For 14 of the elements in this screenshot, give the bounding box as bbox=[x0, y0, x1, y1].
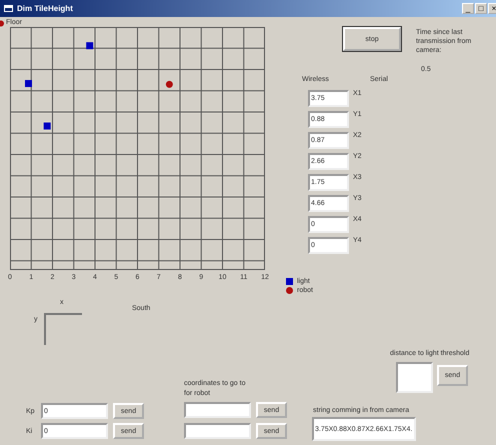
window-icon bbox=[4, 5, 13, 12]
coordinate-field[interactable] bbox=[184, 402, 251, 418]
axes-corner-drawing bbox=[44, 313, 82, 345]
window-title: Dim TileHeight bbox=[17, 4, 74, 13]
robot-marker bbox=[166, 80, 173, 88]
coordinate-field[interactable] bbox=[184, 423, 251, 439]
marker-icon bbox=[0, 20, 5, 27]
light-marker bbox=[25, 80, 32, 88]
light-marker bbox=[44, 122, 51, 130]
threshold-field[interactable] bbox=[396, 362, 433, 393]
minimize-button[interactable]: _ bbox=[462, 3, 474, 14]
close-button[interactable]: × bbox=[488, 3, 496, 14]
light-marker bbox=[86, 42, 94, 50]
maximize-button[interactable]: □ bbox=[475, 3, 487, 14]
